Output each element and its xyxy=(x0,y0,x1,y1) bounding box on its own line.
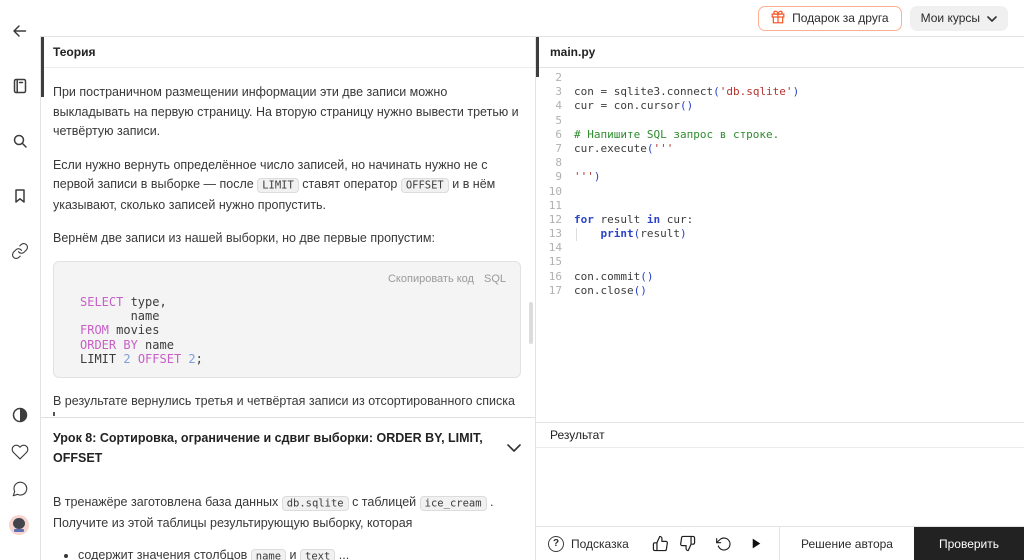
book-icon[interactable] xyxy=(9,75,31,97)
lesson-title: Урок 8: Сортировка, ограничение и сдвиг … xyxy=(53,431,483,465)
avatar-figure-base xyxy=(14,529,24,532)
rail-bottom-group xyxy=(9,404,31,550)
check-button[interactable]: Проверить xyxy=(913,527,1024,560)
theory-paragraph: В результате вернулись третья и четвёрта… xyxy=(53,393,515,408)
theory-panel-header: Теория xyxy=(41,37,535,68)
courses-button-label: Мои курсы xyxy=(920,11,980,25)
content-area: Теория При постраничном размещении инфор… xyxy=(40,36,1024,560)
code-language-label: SQL xyxy=(483,272,506,285)
my-courses-button[interactable]: Мои курсы xyxy=(909,5,1008,31)
code-line: 11 xyxy=(548,198,562,212)
theory-scrollbar-thumb[interactable] xyxy=(529,302,533,344)
code-line: 3 con = sqlite3.connect('db.sqlite') xyxy=(555,85,800,99)
theory-paragraph: Вернём две записи из нашей выборки, но д… xyxy=(53,231,435,245)
chevron-down-icon xyxy=(507,439,521,459)
code-line: 6 # Напишите SQL запрос в строке. xyxy=(555,127,780,141)
author-solution-button[interactable]: Решение автора xyxy=(780,537,914,551)
editor-tab-bar: main.py xyxy=(536,37,1024,68)
gift-button-label: Подарок за друга xyxy=(792,11,889,25)
thumbs-down-icon[interactable] xyxy=(679,535,696,552)
code-line: 8 xyxy=(555,156,562,170)
result-output-area xyxy=(536,448,1024,526)
theory-paragraph: Если нужно вернуть определённое число за… xyxy=(53,157,496,212)
hint-button-label: Подсказка xyxy=(571,536,629,551)
action-bar: ? Подсказка Решение автора Проверить xyxy=(536,526,1024,560)
search-icon[interactable] xyxy=(9,130,31,152)
code-line: 5 xyxy=(555,113,562,127)
left-icon-rail xyxy=(0,0,40,560)
theory-scroll-indicator[interactable] xyxy=(41,37,44,97)
code-line: LIMIT 2 OFFSET 2; xyxy=(80,351,203,366)
task-intro: В тренажёре заготовлена база данных db.s… xyxy=(53,495,494,530)
tab-main-py[interactable]: main.py xyxy=(550,45,595,59)
code-editor[interactable]: 2 3 con = sqlite3.connect('db.sqlite') 4 cur… xyxy=(536,68,1024,422)
bookmark-icon[interactable] xyxy=(9,185,31,207)
theory-content: При постраничном размещении информации э… xyxy=(41,68,535,560)
back-arrow-icon[interactable] xyxy=(9,20,31,42)
sql-example-block: Скопировать код SQL SELECT type, name FRO… xyxy=(53,260,521,378)
main-column: Подарок за друга Мои курсы Теория При по… xyxy=(40,0,1024,560)
code-line: 4 cur = con.cursor() xyxy=(555,99,694,113)
question-circle-icon: ? xyxy=(548,535,564,552)
theory-panel: Теория При постраничном размещении инфор… xyxy=(40,37,536,560)
code-line: 2 xyxy=(555,71,562,84)
copy-code-button[interactable]: Скопировать код xyxy=(388,270,474,290)
chat-icon[interactable] xyxy=(9,478,31,500)
gift-icon xyxy=(771,10,785,27)
app-window: Подарок за друга Мои курсы Теория При по… xyxy=(0,0,1024,560)
code-line: 14 xyxy=(548,241,562,255)
code-line: 7 cur.execute(''' xyxy=(555,141,674,155)
gift-for-friend-button[interactable]: Подарок за друга xyxy=(758,5,902,31)
avatar-figure xyxy=(13,518,25,529)
result-panel-header: Результат xyxy=(536,422,1024,448)
code-line: 9 ''') xyxy=(555,170,601,184)
code-line: 12 for result in cur: xyxy=(548,212,694,226)
hint-button[interactable]: ? Подсказка xyxy=(536,535,629,552)
code-panel: main.py 2 3 con = sqlite3.connect('db.sqli… xyxy=(536,37,1024,560)
lesson-task-body: В тренажёре заготовлена база данных db.s… xyxy=(41,478,535,560)
code-line: SELECT type, xyxy=(80,295,167,309)
lesson-accordion-header[interactable]: Урок 8: Сортировка, ограничение и сдвиг … xyxy=(41,417,535,478)
code-line: 10 xyxy=(548,184,562,198)
heart-icon[interactable] xyxy=(9,441,31,463)
code-card-meta: Скопировать код SQL xyxy=(68,270,506,290)
chevron-down-icon xyxy=(987,11,997,25)
code-line: 17 con.close() xyxy=(548,283,647,297)
sql-code: SELECT type, name FROM movies ORDER BY nam… xyxy=(68,294,506,366)
link-icon[interactable] xyxy=(9,240,31,262)
thumbs-up-icon[interactable] xyxy=(652,535,669,552)
theory-title: Теория xyxy=(53,45,96,59)
code-line: FROM movies xyxy=(80,323,160,338)
top-bar: Подарок за друга Мои курсы xyxy=(40,0,1024,36)
code-line: ORDER BY name xyxy=(80,337,174,352)
editor-scroll-indicator[interactable] xyxy=(536,37,539,77)
task-bullet: содержит значения столбцов name и text .… xyxy=(78,546,521,560)
user-avatar[interactable] xyxy=(9,515,29,535)
code-line: 15 xyxy=(548,255,562,269)
result-title: Результат xyxy=(550,428,605,442)
reset-code-icon[interactable] xyxy=(716,536,732,552)
theme-contrast-icon[interactable] xyxy=(9,404,31,426)
run-code-icon[interactable] xyxy=(750,536,763,551)
code-line: name xyxy=(80,309,160,324)
code-line: 13 print(result) xyxy=(548,227,687,241)
task-bullet-list: содержит значения столбцов name и text .… xyxy=(53,546,521,560)
theory-paragraph: При постраничном размещении информации э… xyxy=(53,85,519,138)
code-line: 16 con.commit() xyxy=(548,269,654,283)
